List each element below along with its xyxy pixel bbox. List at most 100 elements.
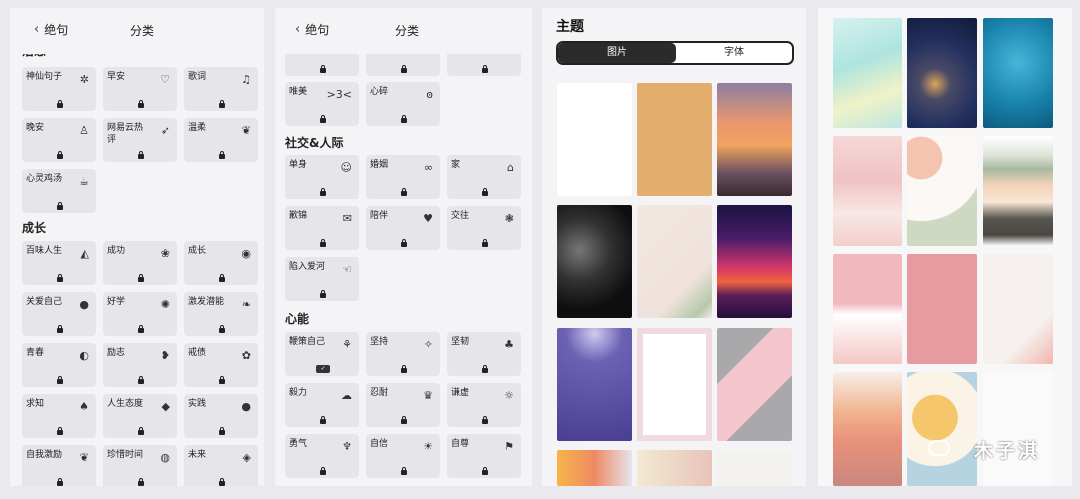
theme-thumb-tan[interactable]	[637, 83, 712, 196]
category-card[interactable]: 鞭策自己 ⚘ ✓	[285, 332, 359, 376]
theme-thumb-blush-corner[interactable]	[983, 254, 1053, 364]
category-card[interactable]: 谦虚 ☼	[447, 383, 521, 427]
theme-thumb-aqua-brush[interactable]	[833, 18, 902, 128]
lock-icon	[56, 376, 63, 384]
category-card[interactable]: 毅力 ☁	[285, 383, 359, 427]
category-card[interactable]: 坚韧 ♣	[447, 332, 521, 376]
category-card[interactable]: 人生态度 ◆	[103, 394, 177, 438]
category-label: 百味人生	[26, 246, 63, 256]
category-card[interactable]: 自信 ☀	[366, 434, 440, 478]
wink-face-icon: >3<	[326, 88, 352, 101]
theme-thumb-peach-blob[interactable]	[907, 136, 977, 246]
category-card[interactable]: 忍耐 ♛	[366, 383, 440, 427]
category-card[interactable]: 网易云热评 ➶	[103, 118, 177, 162]
theme-thumb-swatches[interactable]	[983, 136, 1053, 246]
category-card[interactable]: 歌词 ♫	[184, 67, 258, 111]
category-card[interactable]: 早安 ♡	[103, 67, 177, 111]
category-card[interactable]: 歉锦 ✉	[285, 206, 359, 250]
category-label: 人生态度	[107, 399, 144, 409]
theme-thumb-abstract-orange[interactable]	[557, 450, 632, 486]
lock-icon	[56, 478, 63, 486]
category-card[interactable]: 好学 ✺	[103, 292, 177, 336]
lock-icon	[218, 376, 225, 384]
category-card[interactable]: 家 ⌂	[447, 155, 521, 199]
category-card[interactable]: 唯美 >3<	[285, 82, 359, 126]
theme-thumb-rose-solid[interactable]	[907, 254, 977, 364]
category-card[interactable]: 交往 ❃	[447, 206, 521, 250]
category-label: 早安	[107, 72, 126, 82]
category-screen-right: ‹ 绝句 分类 唯美 >3< 心碎 ꙩ 社交&人际单身 ☺ 婚姻 ∞ 家 ⌂ 歉锦 ✉ 陪伴 ♥ 交往 ❃ 陷入…	[275, 8, 532, 486]
theme-thumb-ocean-turtle[interactable]	[983, 18, 1053, 128]
category-card[interactable]: 自我激励 ❦	[22, 445, 96, 486]
theme-title: 主题	[556, 19, 584, 35]
category-card[interactable]: 自尊 ⚑	[447, 434, 521, 478]
lock-icon	[56, 427, 63, 435]
category-label: 关爱自己	[26, 297, 63, 307]
category-card[interactable]: 实践 ●	[184, 394, 258, 438]
category-card[interactable]: 未来 ◈	[184, 445, 258, 486]
theme-thumb-yellow-blob[interactable]	[907, 372, 977, 486]
category-card[interactable]: 励志 ❥	[103, 343, 177, 387]
page-title: 分类	[395, 24, 420, 38]
theme-thumb-pink-gray-diagonal[interactable]	[717, 328, 792, 441]
lock-icon	[137, 325, 144, 333]
tab-fonts[interactable]: 字体	[676, 43, 792, 63]
category-card[interactable]: 戒债 ✿	[184, 343, 258, 387]
lock-icon	[481, 65, 488, 73]
lock-icon	[137, 274, 144, 282]
mushroom-icon: ♠	[79, 400, 89, 413]
category-card[interactable]: 青春 ◐	[22, 343, 96, 387]
theme-thumb-pink-wash[interactable]	[833, 136, 902, 246]
category-card[interactable]: 珍惜时间 ◍	[103, 445, 177, 486]
heart-icon: ♡	[160, 73, 170, 86]
category-card[interactable]: 单身 ☺	[285, 155, 359, 199]
theme-thumb-neon-mountains[interactable]	[717, 205, 792, 318]
wechat-logo-icon	[928, 440, 950, 456]
theme-thumb-paper-floral[interactable]	[637, 205, 712, 318]
category-card[interactable]: 晚安 ♙	[22, 118, 96, 162]
category-card[interactable]: 陪伴 ♥	[366, 206, 440, 250]
theme-thumb-purple-stars[interactable]	[557, 328, 632, 441]
category-card[interactable]: 成长 ◉	[184, 241, 258, 285]
theme-thumb-dark-clouds[interactable]	[557, 205, 632, 318]
spider-icon: ✲	[79, 73, 89, 86]
category-card[interactable]: 激发潜能 ❧	[184, 292, 258, 336]
theme-thumb-sunset-hills[interactable]	[833, 372, 902, 486]
category-label: 单身	[289, 160, 308, 170]
category-label: 励志	[107, 348, 126, 358]
category-card[interactable]: 成功 ❀	[103, 241, 177, 285]
dove-icon: ❦	[241, 124, 251, 137]
crown-icon: ♛	[423, 389, 433, 402]
category-card[interactable]: 陷入爱河 ☜	[285, 257, 359, 301]
category-card[interactable]: 心碎 ꙩ	[366, 82, 440, 126]
category-card[interactable]: 百味人生 ◭	[22, 241, 96, 285]
theme-thumb-night-hand-stars[interactable]	[907, 18, 977, 128]
category-label: 陪伴	[370, 211, 389, 221]
theme-thumb-sunset[interactable]	[717, 83, 792, 196]
category-card[interactable]: 关爱自己 ●	[22, 292, 96, 336]
theme-thumb-line-floral[interactable]	[717, 450, 792, 486]
lock-icon	[400, 65, 407, 73]
category-card[interactable]: 心灵鸡汤 ☕	[22, 169, 96, 213]
tab-pictures[interactable]: 图片	[558, 43, 676, 63]
category-card[interactable]: 勇气 ♆	[285, 434, 359, 478]
category-card[interactable]: 神仙句子 ✲	[22, 67, 96, 111]
theme-thumb-abstract-leaf[interactable]	[637, 450, 712, 486]
back-button[interactable]: ‹ 绝句	[295, 21, 329, 38]
category-card[interactable]: 温柔 ❦	[184, 118, 258, 162]
category-card[interactable]: 求知 ♠	[22, 394, 96, 438]
lock-icon	[137, 100, 144, 108]
lock-icon	[481, 239, 488, 247]
category-card[interactable]: 坚持 ✧	[366, 332, 440, 376]
lock-icon	[218, 100, 225, 108]
category-label: 成长	[188, 246, 207, 256]
theme-thumb-white-sketch[interactable]	[983, 372, 1053, 486]
theme-thumb-white[interactable]	[557, 83, 632, 196]
theme-thumb-pink-white[interactable]	[833, 254, 902, 364]
section-title: 社交&人际	[285, 136, 344, 150]
lock-icon	[400, 115, 407, 123]
back-button[interactable]: ‹ 绝句	[34, 21, 68, 38]
category-label: 坚持	[370, 337, 389, 347]
theme-thumb-floral-frame[interactable]	[637, 328, 712, 441]
category-card[interactable]: 婚姻 ∞	[366, 155, 440, 199]
